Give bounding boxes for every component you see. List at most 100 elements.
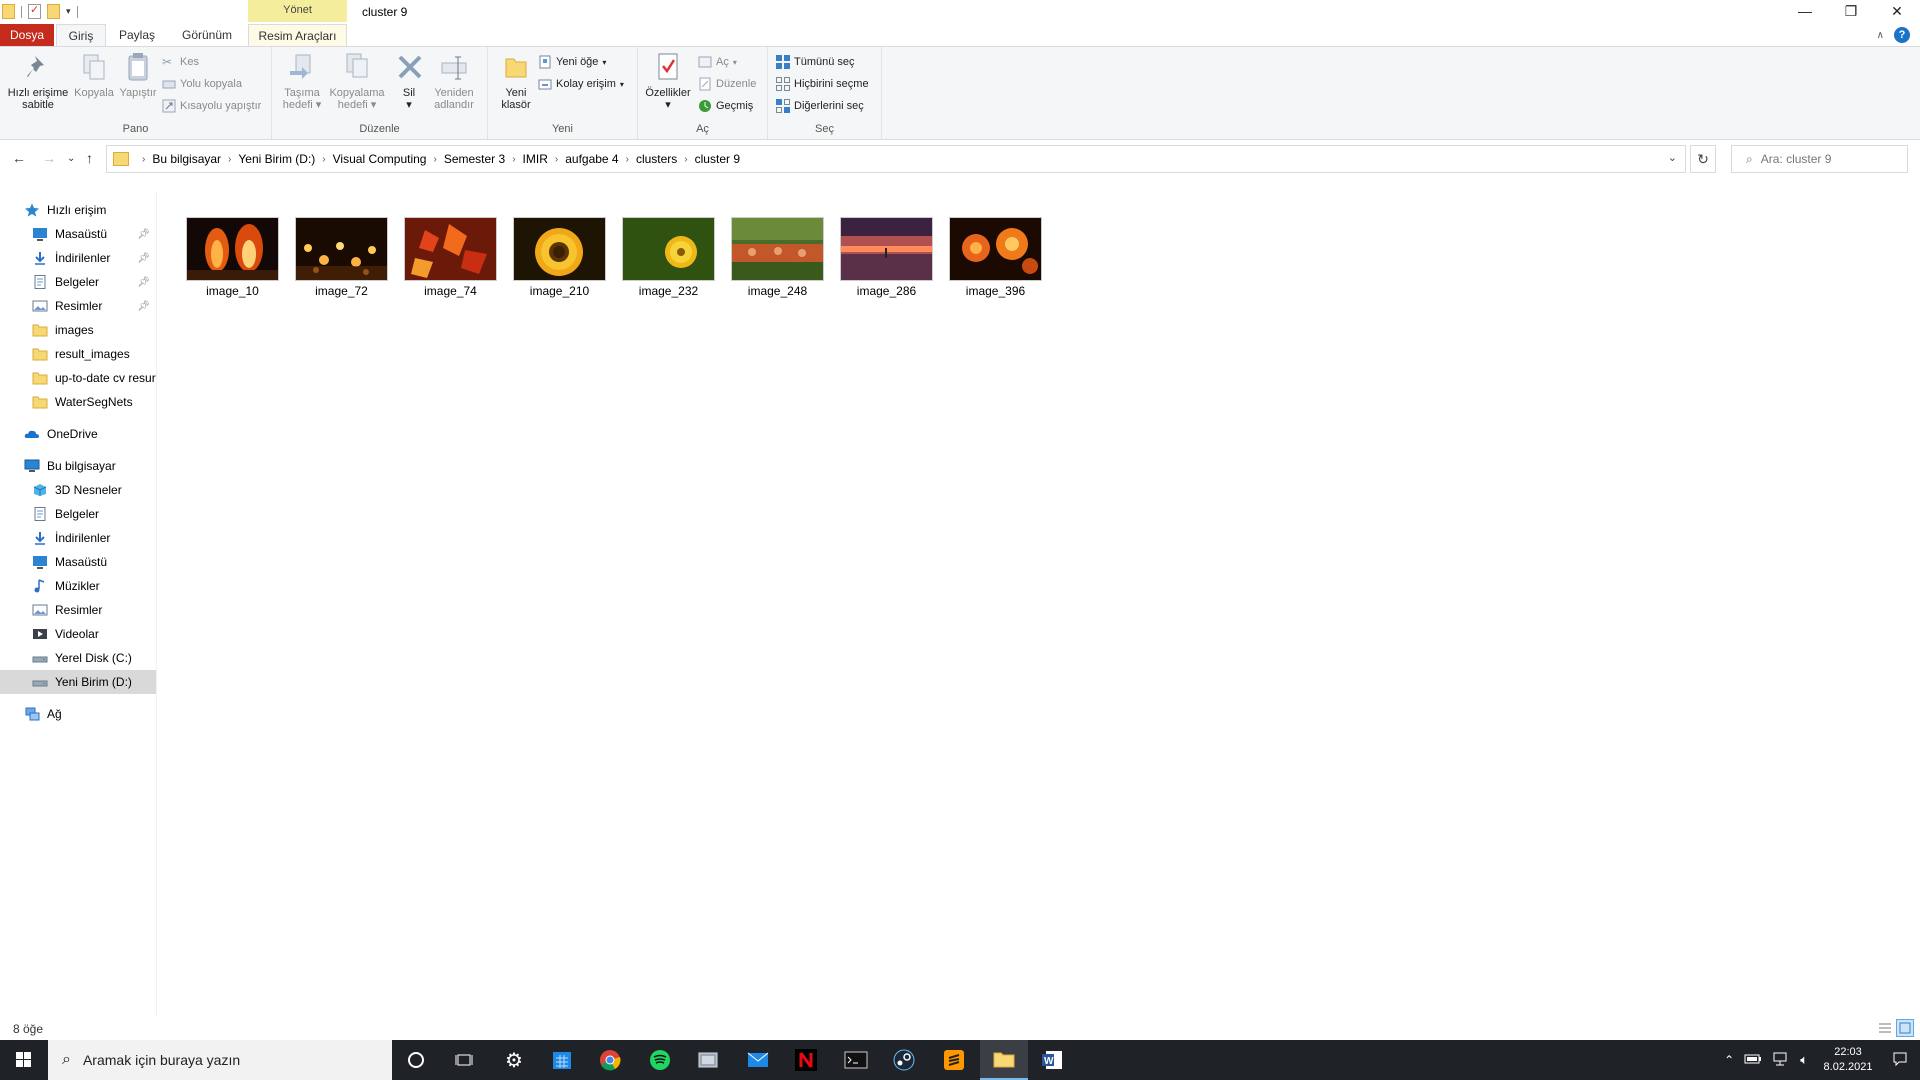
- netflix-icon[interactable]: [782, 1040, 830, 1080]
- new-folder-icon[interactable]: [47, 4, 60, 19]
- notifications-icon[interactable]: [1880, 1051, 1920, 1070]
- breadcrumb-item[interactable]: Semester 3: [444, 152, 505, 166]
- copy-button[interactable]: Kopyala: [72, 51, 116, 99]
- terminal-icon[interactable]: [832, 1040, 880, 1080]
- nav-item-pc-8[interactable]: Yeni Birim (D:): [0, 670, 156, 694]
- show-hidden-icons-chevron-icon[interactable]: ⌃: [1724, 1053, 1734, 1067]
- file-explorer-icon[interactable]: [980, 1040, 1028, 1080]
- up-arrow-icon[interactable]: ↑: [86, 150, 93, 166]
- battery-icon[interactable]: [1744, 1053, 1762, 1068]
- open-button[interactable]: Aç ▾: [698, 53, 737, 71]
- properties-button[interactable]: Özellikler ▾: [642, 51, 694, 111]
- new-item-button[interactable]: Yeni öğe ▾: [538, 53, 606, 71]
- large-icons-view-icon[interactable]: [1896, 1019, 1914, 1037]
- word-icon[interactable]: W: [1028, 1040, 1076, 1080]
- select-all-button[interactable]: Tümünü seç: [776, 53, 855, 71]
- address-bar[interactable]: › Bu bilgisayar › Yeni Birim (D:) › Visual Co…: [106, 145, 1686, 173]
- tab-picture-tools[interactable]: Resim Araçları: [248, 24, 347, 46]
- breadcrumb-item[interactable]: cluster 9: [695, 152, 740, 166]
- file-item[interactable]: image_396: [941, 218, 1050, 298]
- back-arrow-icon[interactable]: ←: [12, 150, 26, 166]
- properties-icon[interactable]: [28, 3, 41, 19]
- windows-start-icon[interactable]: [0, 1040, 48, 1080]
- breadcrumb-separator-icon[interactable]: ›: [228, 154, 231, 165]
- chrome-icon[interactable]: [586, 1040, 634, 1080]
- invert-selection-button[interactable]: Diğerlerini seç: [776, 97, 864, 115]
- nav-item-pc-2[interactable]: İndirilenler: [0, 526, 156, 550]
- easy-access-button[interactable]: Kolay erişim ▾: [538, 75, 624, 93]
- nav-this-pc[interactable]: Bu bilgisayar: [0, 454, 156, 478]
- nav-item-pc-4[interactable]: Müzikler: [0, 574, 156, 598]
- cortana-icon[interactable]: [392, 1040, 440, 1080]
- refresh-icon[interactable]: ↻: [1690, 145, 1716, 173]
- nav-network[interactable]: Ağ: [0, 702, 156, 726]
- network-icon[interactable]: [1772, 1052, 1790, 1069]
- file-item[interactable]: image_286: [832, 218, 941, 298]
- nav-item-quick-5[interactable]: result_images: [0, 342, 156, 366]
- breadcrumb-item[interactable]: IMIR: [523, 152, 548, 166]
- new-folder-button[interactable]: Yeni klasör: [496, 51, 536, 111]
- sublime-text-icon[interactable]: [930, 1040, 978, 1080]
- copy-to-button[interactable]: Kopyalama hedefi ▾: [324, 51, 390, 111]
- collapse-ribbon-chevron-icon[interactable]: ∧: [1877, 30, 1884, 41]
- address-history-chevron-icon[interactable]: ⌄: [1668, 151, 1677, 164]
- forward-arrow-icon[interactable]: →: [42, 150, 56, 166]
- nav-item-quick-2[interactable]: Belgeler 📌︎: [0, 270, 156, 294]
- copy-path-button[interactable]: Yolu kopyala: [162, 75, 242, 93]
- details-view-icon[interactable]: [1876, 1019, 1894, 1037]
- nav-item-quick-6[interactable]: up-to-date cv resur: [0, 366, 156, 390]
- breadcrumb-item[interactable]: Bu bilgisayar: [152, 152, 221, 166]
- tab-home[interactable]: Giriş: [56, 24, 106, 46]
- nav-item-quick-3[interactable]: Resimler 📌︎: [0, 294, 156, 318]
- breadcrumb-separator-icon[interactable]: ›: [512, 154, 515, 165]
- breadcrumb-separator-icon[interactable]: ›: [142, 154, 145, 165]
- rename-button[interactable]: Yeniden adlandır: [428, 51, 480, 111]
- file-item[interactable]: image_10: [178, 218, 287, 298]
- breadcrumb-separator-icon[interactable]: ›: [684, 154, 687, 165]
- history-button[interactable]: Geçmiş: [698, 97, 753, 115]
- nav-item-pc-6[interactable]: Videolar: [0, 622, 156, 646]
- edit-button[interactable]: Düzenle: [698, 75, 756, 93]
- calendar-app-icon[interactable]: [538, 1040, 586, 1080]
- help-icon[interactable]: ?: [1894, 27, 1910, 43]
- breadcrumb-separator-icon[interactable]: ›: [555, 154, 558, 165]
- delete-button[interactable]: Sil ▾: [394, 51, 424, 111]
- task-view-icon[interactable]: [440, 1040, 488, 1080]
- nav-quick-access[interactable]: Hızlı erişim: [0, 198, 156, 222]
- customize-toolbar-chevron-icon[interactable]: ▾: [66, 6, 71, 17]
- breadcrumb-item[interactable]: Visual Computing: [333, 152, 427, 166]
- breadcrumb-separator-icon[interactable]: ›: [433, 154, 436, 165]
- recent-locations-chevron-icon[interactable]: ⌄: [67, 153, 75, 164]
- nav-item-pc-0[interactable]: 3D Nesneler: [0, 478, 156, 502]
- spotify-icon[interactable]: [636, 1040, 684, 1080]
- nav-item-pc-7[interactable]: Yerel Disk (C:): [0, 646, 156, 670]
- search-input[interactable]: ⌕ Ara: cluster 9: [1731, 145, 1908, 173]
- paste-button[interactable]: Yapıştır: [116, 51, 160, 99]
- file-item[interactable]: image_232: [614, 218, 723, 298]
- tab-file[interactable]: Dosya: [0, 24, 54, 46]
- nav-item-quick-0[interactable]: Masaüstü 📌︎: [0, 222, 156, 246]
- breadcrumb-item[interactable]: aufgabe 4: [565, 152, 618, 166]
- nav-item-pc-3[interactable]: Masaüstü: [0, 550, 156, 574]
- nav-item-pc-5[interactable]: Resimler: [0, 598, 156, 622]
- breadcrumb-separator-icon[interactable]: ›: [322, 154, 325, 165]
- nav-item-quick-7[interactable]: WaterSegNets: [0, 390, 156, 414]
- clock[interactable]: 22:03 8.02.2021: [1816, 1045, 1880, 1075]
- mail-icon[interactable]: [734, 1040, 782, 1080]
- nav-item-pc-1[interactable]: Belgeler: [0, 502, 156, 526]
- properties-chevron-icon[interactable]: ▾: [642, 99, 694, 111]
- pin-quick-access-button[interactable]: Hızlı erişime sabitle: [6, 51, 70, 111]
- breadcrumb-item[interactable]: clusters: [636, 152, 677, 166]
- file-item[interactable]: image_210: [505, 218, 614, 298]
- close-button[interactable]: ✕: [1874, 0, 1920, 22]
- volume-icon[interactable]: 🔈︎: [1800, 1052, 1808, 1068]
- file-item[interactable]: image_72: [287, 218, 396, 298]
- steam-icon[interactable]: [880, 1040, 928, 1080]
- paste-shortcut-button[interactable]: Kısayolu yapıştır: [162, 97, 261, 115]
- select-none-button[interactable]: Hiçbirini seçme: [776, 75, 869, 93]
- app-icon[interactable]: [684, 1040, 732, 1080]
- nav-onedrive[interactable]: OneDrive: [0, 422, 156, 446]
- breadcrumb-item[interactable]: Yeni Birim (D:): [238, 152, 315, 166]
- nav-item-quick-1[interactable]: İndirilenler 📌︎: [0, 246, 156, 270]
- delete-dropdown-chevron-icon[interactable]: ▾: [394, 99, 424, 111]
